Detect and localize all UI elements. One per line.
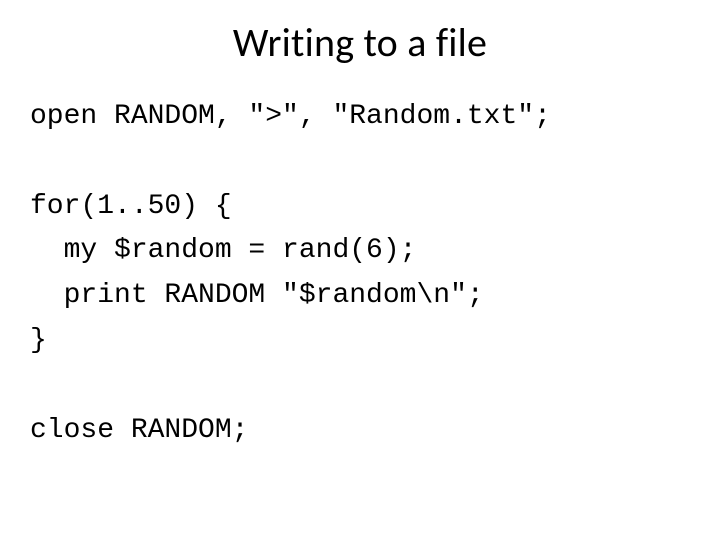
code-line: for(1..50) { xyxy=(30,191,232,222)
code-line: my $random = rand(6); xyxy=(30,235,416,266)
slide: Writing to a file open RANDOM, ">", "Ran… xyxy=(0,0,720,540)
slide-title: Writing to a file xyxy=(40,18,680,67)
code-block: open RANDOM, ">", "Random.txt"; for(1..5… xyxy=(30,95,680,453)
code-line: print RANDOM "$random\n"; xyxy=(30,280,484,311)
code-line: close RANDOM; xyxy=(30,415,248,446)
code-line: open RANDOM, ">", "Random.txt"; xyxy=(30,101,551,132)
code-line: } xyxy=(30,325,47,356)
